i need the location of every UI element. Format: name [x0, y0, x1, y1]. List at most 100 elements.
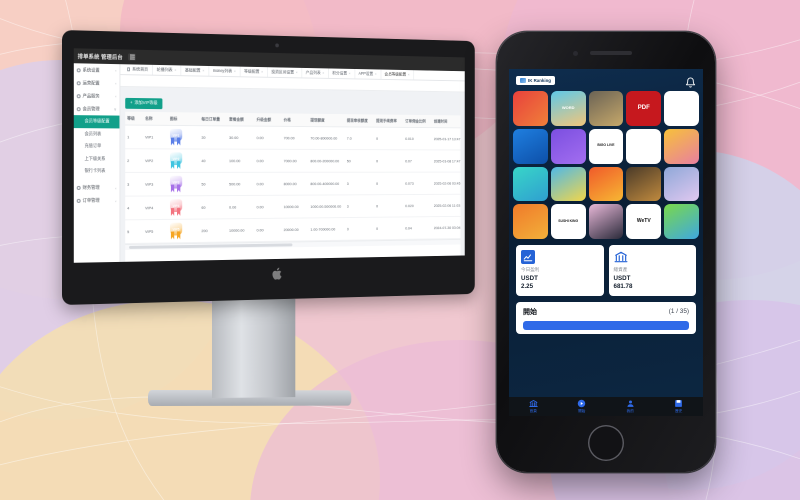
tab-invest-range[interactable]: 投资区间设置 × [267, 67, 303, 78]
badge-cell: VIP2 [167, 148, 200, 173]
sidebar-subitem-member-levels[interactable]: 会员等级配置 [73, 115, 120, 128]
app-icon-talking-tom[interactable] [664, 204, 699, 240]
bell-icon[interactable] [685, 75, 696, 88]
home-button[interactable] [588, 425, 624, 461]
add-vip-level-button[interactable]: + 添加VIP等级 [125, 97, 163, 109]
tab-carousel[interactable]: 轮播列表 × [152, 64, 182, 76]
tab-label: money列表 [212, 68, 233, 74]
close-icon[interactable]: × [234, 69, 236, 73]
admin-panel: 排单系统 管理后台 系统设置 ‹ 运营配置 ‹ 产品服务 ‹ 会员管理 ∨ 会员… [73, 48, 465, 263]
start-button[interactable] [523, 320, 689, 330]
app-icon-white-pet-game[interactable] [664, 91, 699, 126]
app-icon-rope-puzzle[interactable] [626, 128, 662, 164]
app-icon-spongebob-game[interactable] [550, 166, 586, 202]
user-icon [76, 106, 81, 111]
badge-cell: VIP1 [167, 125, 200, 150]
app-icon-piano-tiles[interactable] [588, 204, 624, 240]
sidebar-item-finance[interactable]: 财务管理 ‹ [74, 181, 120, 194]
app-icon-dress-up-game[interactable] [664, 128, 699, 164]
sidebar-item-label: 订单管理 [82, 197, 100, 203]
earpiece-speaker [590, 51, 632, 55]
app-icon-sushi-king[interactable]: SUSHI KING [550, 204, 586, 240]
close-icon[interactable]: × [322, 71, 324, 75]
vip-badge-icon: VIP2 [169, 152, 183, 169]
audit-cell: 3 [345, 217, 375, 241]
close-icon[interactable]: × [202, 69, 204, 73]
tab-points-config[interactable]: 积分设置 × [328, 68, 356, 79]
app-icon-music-app[interactable] [550, 128, 586, 164]
tab-member-levels[interactable]: 会员等级配置 × [381, 69, 414, 80]
column-upgrade: 升级金额 [254, 113, 282, 127]
tab-money-list[interactable]: money列表 × [209, 66, 241, 77]
tab-basic-config[interactable]: 基础配置 × [181, 65, 210, 76]
sidebar-item-operations[interactable]: 运营配置 ‹ [74, 76, 120, 90]
app-icon-label: WORD [561, 105, 575, 111]
start-panel-row: 開始 (1 / 35) [523, 307, 689, 317]
table-row[interactable]: 1 VIP1 VIP1 30 30.00 0.00 700.00 70.00-800000.0… [125, 125, 461, 150]
name-cell: VIP3 [143, 172, 168, 197]
sidebar-subitem-bank-cards[interactable]: 银行卡列表 [74, 165, 120, 177]
page-title: 排单系统 管理后台 [77, 53, 123, 61]
nav-item-home[interactable]: 首頁 [509, 399, 558, 414]
nav-item-start[interactable]: 開始 [558, 399, 607, 414]
tab-level-config[interactable]: 等级配置 × [240, 66, 268, 77]
close-icon[interactable]: × [261, 70, 263, 74]
start-panel: 開始 (1 / 35) [516, 301, 696, 334]
app-icon-flame-game[interactable] [513, 91, 548, 126]
app-icon-blue-app[interactable] [513, 128, 548, 164]
imac-camera-icon [275, 43, 279, 48]
level-cell: 1 [125, 125, 144, 149]
sidebar-subitem-hierarchy[interactable]: 上下级关系 [74, 153, 120, 165]
nav-item-profile[interactable]: 我的 [606, 399, 655, 414]
sidebar-subitem-recharge-orders[interactable]: 充值订单 [74, 140, 120, 153]
app-icon-war-game[interactable] [588, 91, 624, 126]
app-icon-emoji-game[interactable] [588, 166, 624, 202]
tab-home[interactable]: 系统首页 [123, 64, 153, 75]
close-icon[interactable]: × [375, 72, 377, 76]
app-logo-icon [520, 77, 526, 83]
stat-card-today-profit[interactable]: 今日盈利 USDT 2.25 [516, 245, 604, 296]
app-logo[interactable]: IK Ranking [516, 75, 555, 85]
app-icon-battle-royale[interactable] [626, 166, 662, 202]
app-icon-wetv[interactable]: WeTV [626, 204, 662, 240]
apple-logo-icon [271, 266, 283, 281]
play-icon [577, 399, 586, 408]
close-icon[interactable]: × [174, 68, 176, 72]
orders-cell: 200 [199, 218, 228, 243]
close-icon[interactable]: × [349, 72, 351, 76]
vip-badge-icon: VIP5 [169, 222, 183, 240]
app-icon-orange-app[interactable] [513, 204, 548, 240]
stats-row: 今日盈利 USDT 2.25 總資產 USDT 681.78 [509, 239, 703, 296]
hamburger-icon[interactable] [128, 53, 137, 61]
sidebar-item-members[interactable]: 会员管理 ∨ [74, 102, 120, 115]
withdraw-cell: 800.00-400000.00 [308, 172, 346, 196]
vip-badge-icon: VIP3 [169, 175, 183, 193]
stat-card-total-assets[interactable]: 總資產 USDT 681.78 [608, 245, 696, 296]
price-cell: 8000.00 [281, 172, 309, 196]
sidebar-item-label: 财务管理 [82, 184, 100, 190]
table-row[interactable]: 2 VIP2 VIP2 40 100.00 0.00 7000.00 800.00-20000… [125, 148, 461, 173]
sidebar-item-system-settings[interactable]: 系统设置 ‹ [74, 63, 120, 77]
column-orders: 每日订单量 [199, 112, 228, 126]
app-icon-bigo-live[interactable]: BIGO LIVE [588, 128, 624, 164]
created-cell: 2025-01-17 13:47:37 [432, 127, 461, 150]
nav-label: 開始 [578, 409, 586, 413]
nav-item-history[interactable]: 歷史 [655, 399, 704, 414]
app-icon-fantasy-rpg[interactable] [664, 166, 699, 202]
app-icon-teal-app[interactable] [513, 166, 548, 202]
app-icon-pdf-reader[interactable]: PDF [626, 91, 662, 126]
close-icon[interactable]: × [296, 71, 298, 75]
sidebar-subitem-member-list[interactable]: 会员列表 [74, 128, 120, 141]
sidebar-item-orders[interactable]: 订单管理 ‹ [74, 194, 120, 207]
tab-product-list[interactable]: 产品列表 × [302, 67, 329, 78]
level-cell: 3 [125, 172, 144, 197]
audit-cell: 3 [345, 172, 375, 195]
tab-app-settings[interactable]: APP设置 × [355, 68, 382, 79]
box-icon [76, 93, 81, 98]
app-icon-word-game[interactable]: WORD [550, 91, 586, 126]
orders-cell: 30 [199, 125, 228, 150]
sidebar-item-products[interactable]: 产品服务 ‹ [74, 89, 120, 103]
created-cell: 2025-02-06 03:45:38 [432, 172, 461, 195]
table-row[interactable]: 3 VIP3 VIP3 50 500.00 0.00 8000.00 800.00-40000… [125, 172, 461, 197]
close-icon[interactable]: × [408, 73, 410, 77]
